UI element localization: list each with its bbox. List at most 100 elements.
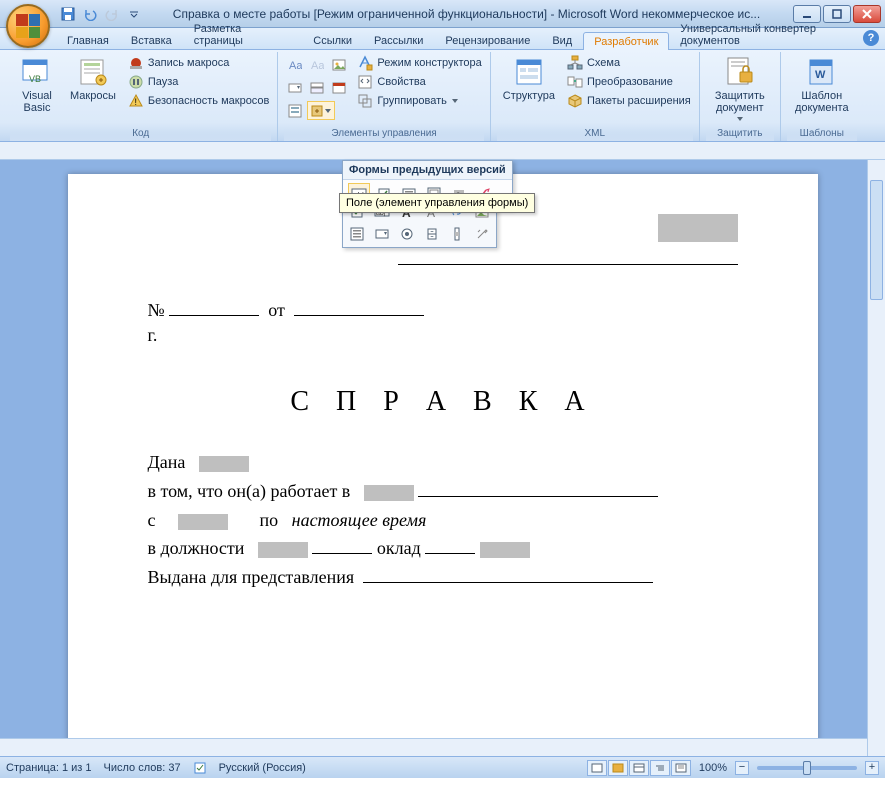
doc-dana: Дана xyxy=(148,452,186,472)
ft-spin-icon[interactable] xyxy=(421,224,443,244)
svg-text:!: ! xyxy=(134,97,137,107)
horizontal-scrollbar[interactable] xyxy=(0,738,867,756)
doc-line3c: настоящее время xyxy=(292,510,427,530)
design-mode-icon xyxy=(357,55,373,71)
design-mode-button[interactable]: Режим конструктора xyxy=(355,54,483,72)
zoom-out-button[interactable]: − xyxy=(735,761,749,775)
visual-basic-label: Visual Basic xyxy=(16,90,58,114)
record-macro-button[interactable]: Запись макроса xyxy=(126,54,272,72)
package-icon xyxy=(567,93,583,109)
tab-developer[interactable]: Разработчик xyxy=(583,32,669,50)
structure-button[interactable]: Структура xyxy=(497,54,561,104)
view-print-layout-icon[interactable] xyxy=(587,760,607,776)
schema-label: Схема xyxy=(587,57,620,69)
quick-access-toolbar xyxy=(60,6,142,22)
group-code-label: Код xyxy=(10,127,271,141)
status-words[interactable]: Число слов: 37 xyxy=(104,762,181,774)
redo-icon[interactable] xyxy=(104,6,120,22)
chevron-down-icon xyxy=(736,116,744,122)
zoom-percent[interactable]: 100% xyxy=(699,762,727,774)
view-fullscreen-icon[interactable] xyxy=(608,760,628,776)
tab-converter[interactable]: Универсальный конвертер документов xyxy=(669,19,885,49)
proofing-icon xyxy=(193,761,207,775)
group-controls-label-bar: Элементы управления xyxy=(284,127,483,141)
document-template-label: Шаблон документа xyxy=(793,90,851,114)
legacy-forms-dropdown: Формы предыдущих версий ab| a Поле (элем… xyxy=(342,160,513,209)
pause-macro-button[interactable]: Пауза xyxy=(126,73,272,91)
qat-dropdown-icon[interactable] xyxy=(126,6,142,22)
doc-line4a: в должности xyxy=(148,538,245,558)
group-icon xyxy=(357,93,373,109)
lock-document-icon xyxy=(724,56,756,88)
control-date-icon[interactable] xyxy=(329,78,348,97)
protect-document-button[interactable]: Защитить документ xyxy=(706,54,774,124)
macro-security-button[interactable]: ! Безопасность макросов xyxy=(126,92,272,110)
tab-home[interactable]: Главная xyxy=(56,31,120,49)
doc-ot-label: от xyxy=(268,300,285,320)
undo-icon[interactable] xyxy=(82,6,98,22)
control-richtext-icon[interactable]: Aa xyxy=(285,55,304,74)
structure-icon xyxy=(513,56,545,88)
office-button[interactable] xyxy=(6,4,50,48)
horizontal-ruler[interactable] xyxy=(0,142,885,160)
transform-button[interactable]: Преобразование xyxy=(565,73,693,91)
zoom-slider[interactable] xyxy=(757,766,857,770)
group-templates: W Шаблон документа Шаблоны xyxy=(781,52,863,141)
legacy-tools-button[interactable] xyxy=(307,101,335,120)
view-web-icon[interactable] xyxy=(629,760,649,776)
tab-mailings[interactable]: Рассылки xyxy=(363,31,434,49)
save-icon[interactable] xyxy=(60,6,76,22)
ft-tools-icon[interactable] xyxy=(471,224,493,244)
view-draft-icon[interactable] xyxy=(671,760,691,776)
tab-references[interactable]: Ссылки xyxy=(302,31,363,49)
ft-combobox-icon[interactable] xyxy=(371,224,393,244)
group-protect: Защитить документ Защитить xyxy=(700,52,781,141)
tab-review[interactable]: Рецензирование xyxy=(434,31,541,49)
protect-document-label: Защитить документ xyxy=(712,90,768,114)
status-proofing[interactable] xyxy=(193,761,207,775)
tab-insert[interactable]: Вставка xyxy=(120,31,183,49)
document-template-button[interactable]: W Шаблон документа xyxy=(787,54,857,116)
ribbon-tabs: Главная Вставка Разметка страницы Ссылки… xyxy=(0,28,885,50)
control-blocks-icon[interactable] xyxy=(285,101,304,120)
control-dropdown-icon[interactable] xyxy=(307,78,326,97)
template-icon: W xyxy=(806,56,838,88)
expansion-packs-button[interactable]: Пакеты расширения xyxy=(565,92,693,110)
ft-option-icon[interactable] xyxy=(396,224,418,244)
structure-label: Структура xyxy=(503,90,555,102)
group-xml-label: XML xyxy=(497,127,693,141)
record-macro-icon xyxy=(128,55,144,71)
document-page[interactable]: № от г. С П Р А В К А Дана в том, что он… xyxy=(68,174,818,756)
zoom-in-button[interactable]: + xyxy=(865,761,879,775)
group-protect-label: Защитить xyxy=(706,127,774,141)
vertical-scrollbar[interactable] xyxy=(867,160,885,756)
ft-listbox-icon[interactable] xyxy=(346,224,368,244)
doc-no-label: № xyxy=(148,300,165,320)
zoom-slider-thumb[interactable] xyxy=(803,761,811,775)
ribbon: VB Visual Basic Макросы Запись макроса П… xyxy=(0,50,885,142)
control-combobox-icon[interactable] xyxy=(285,78,304,97)
control-picture-icon[interactable] xyxy=(329,55,348,74)
legacy-textfield-tooltip: Поле (элемент управления формы) xyxy=(339,193,535,213)
tab-page-layout[interactable]: Разметка страницы xyxy=(183,19,303,49)
scrollbar-thumb[interactable] xyxy=(870,180,883,300)
group-templates-label: Шаблоны xyxy=(787,127,857,141)
help-icon[interactable]: ? xyxy=(863,30,879,46)
pause-icon xyxy=(128,74,144,90)
visual-basic-button[interactable]: VB Visual Basic xyxy=(10,54,64,116)
svg-text:Aa: Aa xyxy=(311,60,324,72)
macros-button[interactable]: Макросы xyxy=(64,54,122,104)
tab-view[interactable]: Вид xyxy=(541,31,583,49)
view-outline-icon[interactable] xyxy=(650,760,670,776)
svg-text:Aa: Aa xyxy=(289,60,302,72)
view-buttons xyxy=(587,760,691,776)
status-page[interactable]: Страница: 1 из 1 xyxy=(6,762,92,774)
status-lang[interactable]: Русский (Россия) xyxy=(219,762,306,774)
schema-button[interactable]: Схема xyxy=(565,54,693,72)
control-plaintext-icon[interactable]: Aa xyxy=(307,55,326,74)
svg-text:VB: VB xyxy=(29,74,41,84)
ft-scrollbar-icon[interactable] xyxy=(446,224,468,244)
group-controls-label: Группировать xyxy=(377,95,447,107)
group-controls-button[interactable]: Группировать xyxy=(355,92,483,110)
properties-button[interactable]: Свойства xyxy=(355,73,483,91)
